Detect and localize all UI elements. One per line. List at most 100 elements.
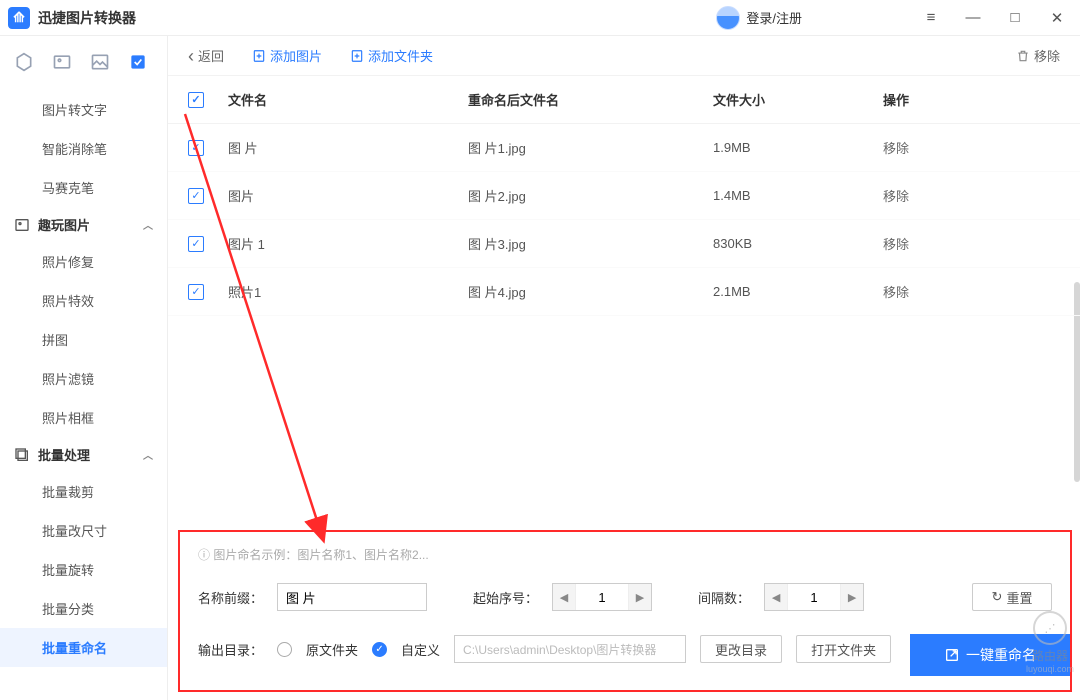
picture-icon — [14, 217, 30, 233]
sidebar-item[interactable]: 照片特效 — [0, 281, 167, 320]
sidebar-item[interactable]: 马赛克笔 — [0, 168, 167, 207]
rename-settings-panel: ⓘ 图片命名示例：图片名称1、图片名称2... 名称前缀： 起始序号： ◀ ▶ … — [178, 530, 1072, 692]
output-path-input[interactable] — [454, 635, 686, 663]
cell-size: 1.4MB — [713, 188, 883, 203]
plus-folder-icon — [350, 49, 364, 63]
cell-size: 830KB — [713, 236, 883, 251]
sidebar-section-batch[interactable]: 批量处理 ︿ — [0, 437, 167, 472]
row-checkbox[interactable]: ✓ — [188, 284, 204, 300]
row-remove-button[interactable]: 移除 — [883, 285, 909, 300]
radio-custom-label: 自定义 — [401, 640, 440, 659]
gap-label: 间隔数： — [698, 588, 750, 607]
export-icon — [944, 647, 960, 663]
login-button[interactable]: 登录/注册 — [716, 6, 802, 30]
start-number-input[interactable] — [575, 584, 629, 610]
trash-icon — [1016, 49, 1030, 63]
sidebar: 图片转文字 智能消除笔 马赛克笔 趣玩图片 ︿ 照片修复 照片特效 拼图 照片滤… — [0, 36, 168, 700]
open-dir-button[interactable]: 打开文件夹 — [796, 635, 891, 663]
row-remove-button[interactable]: 移除 — [883, 237, 909, 252]
decrement-button[interactable]: ◀ — [553, 584, 575, 610]
app-title: 迅捷图片转换器 — [38, 8, 136, 28]
radio-custom-folder[interactable] — [372, 642, 387, 657]
cell-rename: 图 片4.jpg — [468, 282, 713, 301]
refresh-icon: ↻ — [992, 589, 1003, 605]
col-operation: 操作 — [883, 90, 1060, 109]
chevron-up-icon: ︿ — [143, 217, 153, 232]
cell-rename: 图 片1.jpg — [468, 138, 713, 157]
add-folder-button[interactable]: 添加文件夹 — [350, 46, 433, 65]
app-logo: ⟰ — [8, 7, 30, 29]
close-icon[interactable]: ✕ — [1048, 9, 1066, 27]
cell-rename: 图 片2.jpg — [468, 186, 713, 205]
col-rename: 重命名后文件名 — [468, 90, 713, 109]
toolbar: 返回 添加图片 添加文件夹 移除 — [168, 36, 1080, 76]
sidebar-item[interactable]: 批量旋转 — [0, 550, 167, 589]
titlebar: ⟰ 迅捷图片转换器 登录/注册 ≡ — □ ✕ — [0, 0, 1080, 36]
start-label: 起始序号： — [473, 588, 538, 607]
prefix-input[interactable] — [277, 583, 427, 611]
sidebar-item[interactable]: 照片相框 — [0, 398, 167, 437]
table-row: ✓ 图片 1 图 片3.jpg 830KB 移除 — [168, 220, 1080, 268]
row-checkbox[interactable]: ✓ — [188, 140, 204, 156]
sidebar-item[interactable]: 拼图 — [0, 320, 167, 359]
sidebar-item[interactable]: 图片转文字 — [0, 90, 167, 129]
decrement-button[interactable]: ◀ — [765, 584, 787, 610]
table-header: ✓ 文件名 重命名后文件名 文件大小 操作 — [168, 76, 1080, 124]
add-image-button[interactable]: 添加图片 — [252, 46, 322, 65]
image-icon[interactable] — [52, 52, 72, 72]
table-row: ✓ 图 片 图 片1.jpg 1.9MB 移除 — [168, 124, 1080, 172]
gap-input[interactable] — [787, 584, 841, 610]
col-filename: 文件名 — [228, 90, 468, 109]
row-checkbox[interactable]: ✓ — [188, 188, 204, 204]
row-remove-button[interactable]: 移除 — [883, 141, 909, 156]
minimize-icon[interactable]: — — [964, 9, 982, 27]
picture-icon[interactable] — [90, 52, 110, 72]
table-row: ✓ 照片1 图 片4.jpg 2.1MB 移除 — [168, 268, 1080, 316]
avatar-icon — [716, 6, 740, 30]
menu-icon[interactable]: ≡ — [922, 9, 940, 27]
hint-text: ⓘ 图片命名示例：图片名称1、图片名称2... — [198, 546, 1052, 563]
cell-rename: 图 片3.jpg — [468, 234, 713, 253]
check-icon[interactable] — [128, 52, 148, 72]
reset-button[interactable]: ↻ 重置 — [972, 583, 1052, 611]
sidebar-section-fun[interactable]: 趣玩图片 ︿ — [0, 207, 167, 242]
wifi-icon: ⋰ — [1033, 611, 1067, 645]
radio-original-label: 原文件夹 — [306, 640, 358, 659]
increment-button[interactable]: ▶ — [841, 584, 863, 610]
sidebar-item[interactable]: 批量裁剪 — [0, 472, 167, 511]
output-label: 输出目录： — [198, 640, 263, 659]
cell-filename: 图片 1 — [228, 234, 468, 253]
login-label: 登录/注册 — [746, 8, 802, 27]
gap-spinner: ◀ ▶ — [764, 583, 864, 611]
radio-original-folder[interactable] — [277, 642, 292, 657]
chevron-up-icon: ︿ — [143, 447, 153, 462]
remove-all-button[interactable]: 移除 — [1016, 46, 1060, 65]
prefix-label: 名称前缀： — [198, 588, 263, 607]
cell-filename: 图片 — [228, 186, 468, 205]
stack-icon — [14, 447, 30, 463]
table-row: ✓ 图片 图 片2.jpg 1.4MB 移除 — [168, 172, 1080, 220]
watermark: ⋰ 路由器 luyouqi.com — [1026, 611, 1074, 674]
sidebar-item[interactable]: 智能消除笔 — [0, 129, 167, 168]
cell-size: 2.1MB — [713, 284, 883, 299]
sidebar-item[interactable]: 批量改尺寸 — [0, 511, 167, 550]
info-icon: ⓘ — [198, 548, 213, 562]
start-number-spinner: ◀ ▶ — [552, 583, 652, 611]
sidebar-item-batch-rename[interactable]: 批量重命名 — [0, 628, 167, 667]
cell-filename: 图 片 — [228, 138, 468, 157]
back-button[interactable]: 返回 — [188, 45, 224, 66]
sidebar-item[interactable]: 照片修复 — [0, 242, 167, 281]
sidebar-item[interactable]: 照片滤镜 — [0, 359, 167, 398]
hex-icon[interactable] — [14, 52, 34, 72]
row-remove-button[interactable]: 移除 — [883, 189, 909, 204]
cell-size: 1.9MB — [713, 140, 883, 155]
cell-filename: 照片1 — [228, 282, 468, 301]
select-all-checkbox[interactable]: ✓ — [188, 92, 204, 108]
increment-button[interactable]: ▶ — [629, 584, 651, 610]
change-dir-button[interactable]: 更改目录 — [700, 635, 782, 663]
plus-file-icon — [252, 49, 266, 63]
row-checkbox[interactable]: ✓ — [188, 236, 204, 252]
sidebar-item[interactable]: 批量分类 — [0, 589, 167, 628]
col-size: 文件大小 — [713, 90, 883, 109]
maximize-icon[interactable]: □ — [1006, 9, 1024, 27]
